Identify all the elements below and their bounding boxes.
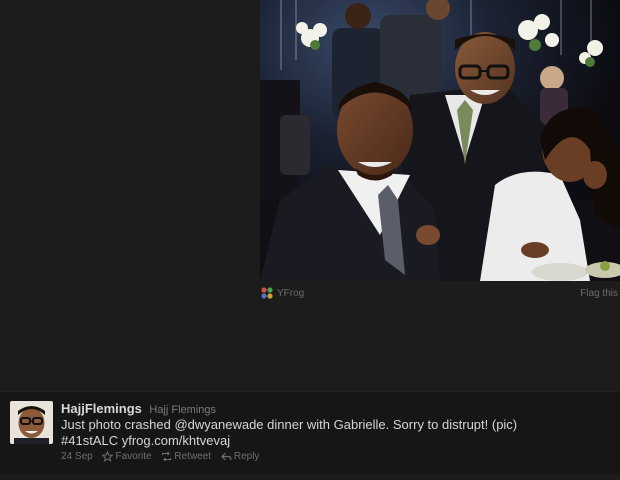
- media-panel: YFrog Flag this: [260, 0, 620, 300]
- retweet-action[interactable]: Retweet: [161, 451, 211, 462]
- photo-image: [260, 0, 620, 281]
- tweet-card: HajjFlemings Hajj Flemings Just photo cr…: [0, 391, 620, 474]
- flag-this-link[interactable]: Flag this: [580, 288, 618, 299]
- reply-icon: [221, 451, 232, 462]
- favorite-label: Favorite: [115, 451, 152, 462]
- tweet-header: HajjFlemings Hajj Flemings: [61, 400, 216, 418]
- tweet-actions: 24 Sep Favorite Retweet Reply: [61, 450, 260, 462]
- screen-name[interactable]: Hajj Flemings: [149, 404, 216, 416]
- page: YFrog Flag this HajjFlemings Hajj Flemin…: [0, 0, 620, 480]
- tweet-text: Just photo crashed @dwyanewade dinner wi…: [61, 417, 601, 449]
- display-name[interactable]: HajjFlemings: [61, 401, 142, 416]
- favorite-action[interactable]: Favorite: [101, 450, 152, 462]
- reply-label: Reply: [233, 451, 260, 462]
- reply-action[interactable]: Reply: [221, 451, 260, 462]
- tweet-text-line-1: Just photo crashed @dwyanewade dinner wi…: [61, 417, 518, 432]
- tweet-photo[interactable]: [260, 0, 620, 281]
- tweet-date[interactable]: 24 Sep: [61, 451, 93, 462]
- tweet-text-line-2: #41stALC yfrog.com/khtvevaj: [61, 433, 231, 448]
- star-icon: [101, 450, 115, 462]
- yfrog-icon: [261, 287, 273, 299]
- retweet-label: Retweet: [174, 451, 212, 462]
- avatar[interactable]: [10, 401, 53, 444]
- yfrog-provider-label[interactable]: YFrog: [277, 288, 304, 299]
- media-footer: YFrog Flag this: [260, 284, 620, 300]
- retweet-icon: [161, 451, 172, 462]
- bottom-strip: [0, 474, 620, 480]
